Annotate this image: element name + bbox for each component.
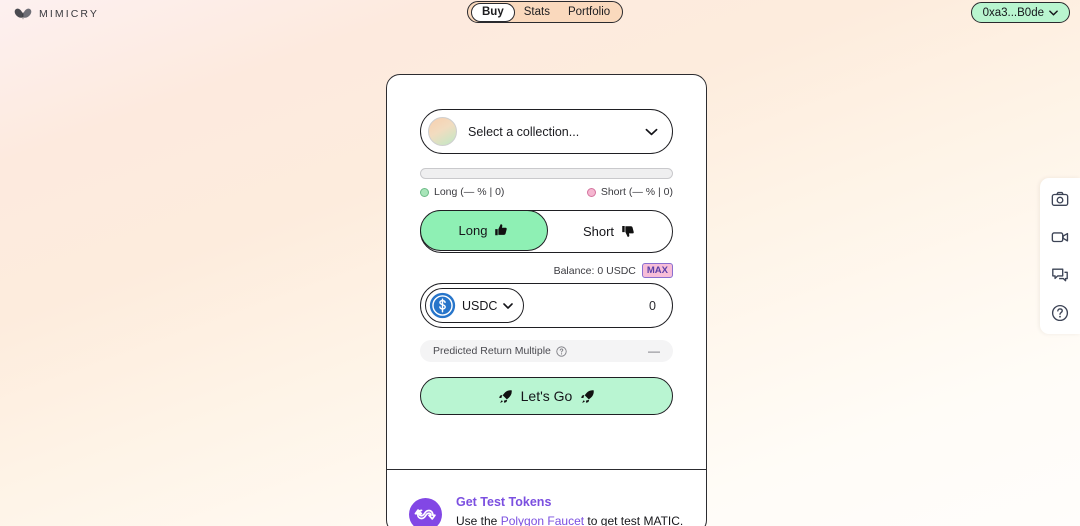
- chevron-down-icon: [645, 128, 658, 135]
- tab-buy[interactable]: Buy: [471, 2, 515, 22]
- short-dot-icon: [586, 187, 596, 197]
- usdc-coin-icon: [429, 293, 456, 319]
- card-divider: [387, 469, 706, 471]
- amount-input-row: USDC 0: [420, 283, 673, 329]
- side-toggle: Long Short: [419, 209, 673, 253]
- amount-input[interactable]: 0: [524, 299, 656, 313]
- ratio-legend-long: Long (— % | 0): [420, 186, 504, 198]
- faucet-section: Get Test Tokens Use the Polygon Faucet t…: [387, 481, 706, 526]
- faucet-title: Get Test Tokens: [456, 495, 552, 509]
- brand-name: MIMICRY: [39, 8, 100, 20]
- chevron-down-icon: [503, 303, 514, 309]
- ratio-short-label: Short (— % | 0): [600, 186, 673, 198]
- main-nav: Buy Stats Portfolio: [467, 1, 624, 23]
- record-video-button[interactable]: [1049, 226, 1071, 248]
- trade-form: Select a collection... Long (— % | 0) Sh…: [387, 75, 706, 416]
- ratio-legend: Long (— % | 0) Short (— % | 0): [420, 186, 673, 198]
- top-bar: MIMICRY Buy Stats Portfolio 0xa3...B0de: [0, 0, 1080, 28]
- max-button[interactable]: MAX: [641, 263, 673, 279]
- faucet-line1-suffix: to get test MATIC.: [584, 514, 684, 526]
- video-camera-icon: [1051, 232, 1069, 243]
- balance-row: Balance: 0 USDC MAX: [420, 263, 673, 279]
- butterfly-icon: [14, 8, 32, 20]
- token-selector[interactable]: USDC: [425, 288, 525, 324]
- ratio-long-label: Long (— % | 0): [434, 186, 505, 198]
- collection-selector[interactable]: Select a collection...: [420, 109, 673, 154]
- screenshot-button[interactable]: [1049, 188, 1071, 210]
- short-label: Short: [582, 224, 615, 239]
- trade-card: Select a collection... Long (— % | 0) Sh…: [386, 74, 707, 526]
- polygon-icon: [409, 498, 442, 526]
- predicted-return-left: Predicted Return Multiple: [433, 345, 567, 357]
- faucet-text: Get Test Tokens Use the Polygon Faucet t…: [456, 491, 683, 526]
- submit-button[interactable]: Let's Go: [420, 377, 673, 416]
- feedback-button[interactable]: [1049, 264, 1071, 286]
- camera-icon: [1051, 191, 1069, 206]
- rocket-icon: [498, 390, 512, 403]
- long-dot-icon: [420, 187, 429, 197]
- balance-label: Balance: 0 USDC: [553, 264, 636, 277]
- brand[interactable]: MIMICRY: [14, 7, 99, 21]
- ratio-legend-short: Short (— % | 0): [586, 186, 673, 198]
- long-button[interactable]: Long: [419, 209, 548, 251]
- faucet-line-1: Use the Polygon Faucet to get test MATIC…: [456, 512, 683, 526]
- wallet-button[interactable]: 0xa3...B0de: [970, 2, 1070, 23]
- tab-portfolio[interactable]: Portfolio: [559, 4, 619, 21]
- collection-avatar: [428, 117, 457, 146]
- collection-placeholder: Select a collection...: [468, 124, 580, 139]
- predicted-return-label: Predicted Return Multiple: [433, 345, 551, 358]
- help-circle-icon[interactable]: [556, 346, 567, 357]
- wallet-address: 0xa3...B0de: [982, 6, 1044, 19]
- thumbs-up-icon: [495, 224, 508, 236]
- predicted-return-value: —: [648, 344, 660, 359]
- tab-stats[interactable]: Stats: [515, 4, 559, 21]
- token-name: USDC: [462, 298, 498, 313]
- chevron-down-icon: [1049, 9, 1058, 16]
- submit-label: Let's Go: [520, 388, 573, 405]
- help-circle-icon: [1051, 304, 1069, 322]
- long-label: Long: [458, 222, 488, 238]
- short-button[interactable]: Short: [546, 211, 672, 252]
- rocket-icon: [581, 390, 595, 403]
- utility-rail: [1040, 178, 1080, 334]
- polygon-faucet-link[interactable]: Polygon Faucet: [501, 514, 584, 526]
- long-short-ratio-bar: [420, 168, 673, 179]
- chat-icon: [1052, 268, 1068, 282]
- faucet-line1-prefix: Use the: [456, 514, 501, 526]
- predicted-return-row: Predicted Return Multiple —: [420, 340, 673, 363]
- help-button[interactable]: [1049, 302, 1071, 324]
- thumbs-down-icon: [622, 225, 634, 237]
